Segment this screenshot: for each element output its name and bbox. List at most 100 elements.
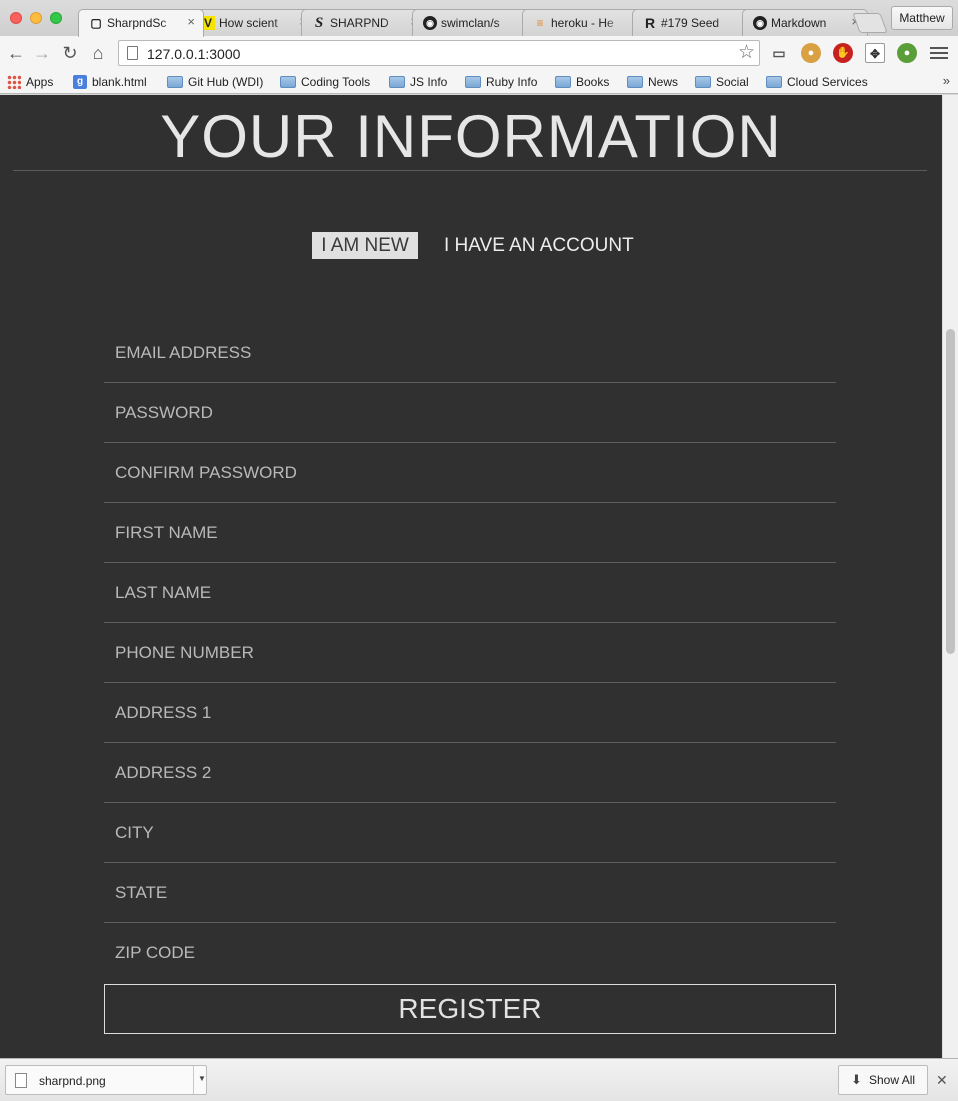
address-1-input[interactable]: [104, 683, 836, 742]
minimize-window-button[interactable]: [30, 12, 42, 24]
close-window-button[interactable]: [10, 12, 22, 24]
chevron-down-icon[interactable]: ▼: [198, 1072, 206, 1086]
divider: [193, 1066, 194, 1094]
first-name-field: [104, 503, 836, 563]
folder-icon: [555, 75, 571, 88]
register-button[interactable]: REGISTER: [104, 984, 836, 1034]
city-field: [104, 803, 836, 863]
bookmark-label: blank.html: [92, 75, 147, 89]
tab-label: heroku - He: [551, 16, 614, 30]
address-2-field: [104, 743, 836, 803]
page-title: YOUR INFORMATION: [160, 103, 782, 170]
tab-strip: ▢ SharpndSc × V How scient × S SHARPND ×…: [0, 0, 958, 37]
forward-arrow-icon[interactable]: →: [30, 41, 54, 65]
scrollbar-thumb[interactable]: [946, 329, 955, 654]
new-tab-button[interactable]: [852, 13, 888, 33]
home-icon[interactable]: ⌂: [86, 41, 110, 65]
bookmark-label: Ruby Info: [486, 75, 538, 89]
close-icon[interactable]: ✕: [936, 1072, 948, 1088]
download-shelf: sharpnd.png ▼ ⬇ Show All ✕: [0, 1058, 958, 1101]
show-all-label: Show All: [869, 1073, 916, 1087]
github-icon: ◉: [753, 16, 767, 30]
colorpicker-icon[interactable]: ✥: [865, 43, 885, 63]
password-input[interactable]: [104, 383, 836, 442]
show-all-downloads-button[interactable]: ⬇ Show All: [838, 1065, 928, 1095]
bookmarks-overflow-icon[interactable]: »: [943, 73, 950, 88]
back-arrow-icon[interactable]: ←: [4, 41, 28, 65]
tab-markdown[interactable]: ◉ Markdown ×: [742, 9, 868, 36]
last-name-field: [104, 563, 836, 623]
extension-icon[interactable]: ●: [897, 43, 917, 63]
title-divider: [13, 170, 927, 171]
apps-grid-icon: [7, 74, 21, 89]
zip-code-field: [104, 923, 836, 983]
tab-label: SharpndSc: [107, 16, 167, 30]
folder-icon: [389, 75, 405, 88]
city-input[interactable]: [104, 803, 836, 862]
folder-icon: [695, 75, 711, 88]
bookmark-folder-cloud-services[interactable]: Cloud Services: [766, 73, 868, 91]
i-am-new-toggle[interactable]: I AM NEW: [312, 232, 418, 259]
tab-sharpnd[interactable]: S SHARPND ×: [301, 9, 427, 36]
state-field: [104, 863, 836, 923]
i-have-an-account-toggle[interactable]: I HAVE AN ACCOUNT: [444, 232, 634, 259]
bookmark-label: Git Hub (WDI): [188, 75, 264, 89]
tab-sharpnd-active[interactable]: ▢ SharpndSc ×: [78, 9, 204, 37]
zoom-window-button[interactable]: [50, 12, 62, 24]
profile-button[interactable]: Matthew: [891, 6, 953, 30]
download-item[interactable]: sharpnd.png ▼: [5, 1065, 207, 1095]
close-icon[interactable]: ×: [187, 15, 195, 29]
address-bar[interactable]: 127.0.0.1:3000 ☆: [118, 40, 760, 66]
bookmark-folder-github[interactable]: Git Hub (WDI): [167, 73, 263, 91]
bookmark-folder-coding-tools[interactable]: Coding Tools: [280, 73, 370, 91]
bookmark-label: Social: [716, 75, 749, 89]
reload-icon[interactable]: ↻: [58, 41, 82, 65]
tab-label: How scient: [219, 16, 278, 30]
tab-how-scient[interactable]: V How scient ×: [190, 9, 316, 36]
zip-code-input[interactable]: [104, 923, 836, 983]
first-name-input[interactable]: [104, 503, 836, 562]
bookmark-folder-news[interactable]: News: [627, 73, 678, 91]
browser-toolbar: ← → ↻ ⌂ 127.0.0.1:3000 ☆ ▭ ● ✋ ✥ ●: [0, 36, 958, 70]
tab-swimclan[interactable]: ◉ swimclan/s ×: [412, 9, 538, 36]
adblock-icon[interactable]: ✋: [833, 43, 853, 63]
folder-icon: [280, 75, 296, 88]
address-1-field: [104, 683, 836, 743]
bookmark-blank-html[interactable]: g blank.html: [73, 73, 147, 91]
email-input[interactable]: [104, 323, 836, 382]
state-input[interactable]: [104, 863, 836, 922]
password-field: [104, 383, 836, 443]
folder-icon: [167, 75, 183, 88]
chrome-menu-icon[interactable]: [930, 44, 948, 62]
address-2-input[interactable]: [104, 743, 836, 802]
download-arrow-icon: ⬇: [851, 1072, 862, 1087]
last-name-input[interactable]: [104, 563, 836, 622]
phone-number-input[interactable]: [104, 623, 836, 682]
download-file-name: sharpnd.png: [39, 1074, 106, 1088]
bookmark-label: Coding Tools: [301, 75, 371, 89]
folder-icon: [766, 75, 782, 88]
cast-icon[interactable]: ▭: [769, 43, 789, 63]
page-icon: [127, 46, 138, 60]
bookmark-folder-js-info[interactable]: JS Info: [389, 73, 447, 91]
tab-railscasts[interactable]: R #179 Seed ×: [632, 9, 758, 36]
github-icon: ◉: [423, 16, 437, 30]
s-logo-icon: S: [314, 15, 324, 31]
page-content: YOUR INFORMATION I AM NEW I HAVE AN ACCO…: [0, 95, 942, 1058]
confirm-password-input[interactable]: [104, 443, 836, 502]
bookmark-label: Cloud Services: [787, 75, 868, 89]
bookmark-apps[interactable]: Apps: [7, 73, 53, 91]
page-scrollbar[interactable]: [942, 95, 958, 1058]
tab-label: swimclan/s: [441, 16, 500, 30]
cookie-icon[interactable]: ●: [801, 43, 821, 63]
bookmark-label: Apps: [26, 75, 54, 89]
phone-number-field: [104, 623, 836, 683]
bookmark-folder-social[interactable]: Social: [695, 73, 749, 91]
bookmark-folder-books[interactable]: Books: [555, 73, 609, 91]
tab-heroku[interactable]: ≡ heroku - He ×: [522, 9, 648, 36]
bookmark-star-icon[interactable]: ☆: [738, 42, 755, 64]
google-icon: g: [73, 74, 87, 89]
url-text[interactable]: 127.0.0.1:3000: [147, 46, 240, 62]
email-field: [104, 323, 836, 383]
bookmark-folder-ruby-info[interactable]: Ruby Info: [465, 73, 537, 91]
